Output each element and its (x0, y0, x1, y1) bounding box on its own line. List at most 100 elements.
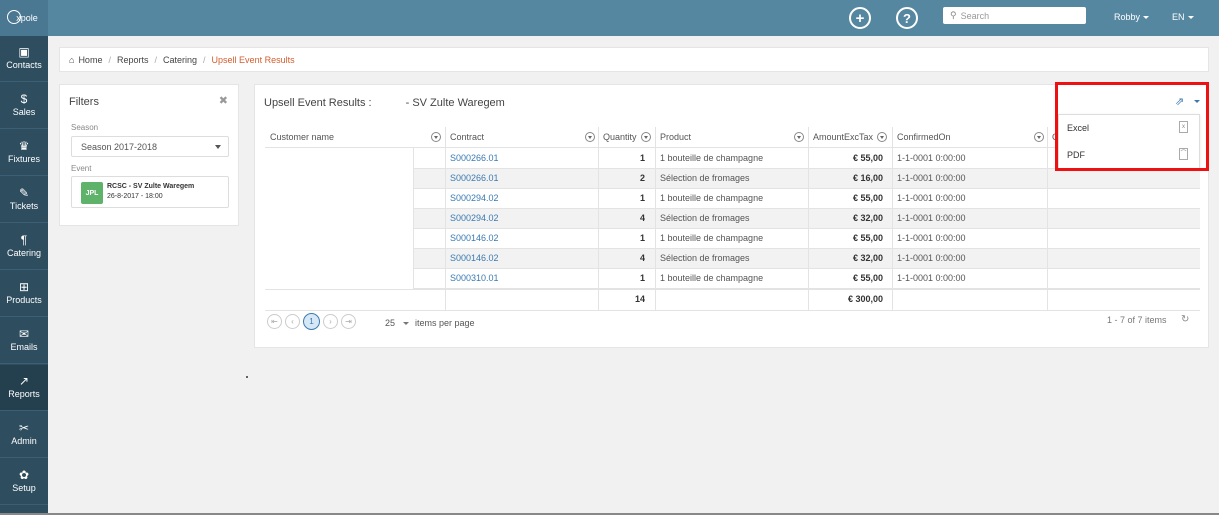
chevron-down-icon (215, 145, 221, 149)
total-quantity: 14 (634, 294, 645, 304)
cell-contract[interactable]: S000146.02 (450, 248, 580, 268)
table-row[interactable]: S000146.02 4 Sélection de fromages € 32,00 1… (265, 248, 1200, 268)
column-filter-icon[interactable] (585, 132, 595, 142)
column-filter-icon[interactable] (1034, 132, 1044, 142)
sidebar-item-contacts[interactable]: ▣ Contacts (0, 36, 48, 82)
column-header[interactable]: Quantity (603, 127, 645, 147)
table-row[interactable]: S000146.02 1 1 bouteille de champagne € 55,… (265, 228, 1200, 248)
total-amount: € 300,00 (847, 294, 883, 304)
cell-confirmed: 1-1-0001 0:00:00 (897, 253, 966, 263)
cell-contract[interactable]: S000266.01 (450, 168, 580, 188)
cell-contract[interactable]: S000294.02 (450, 188, 580, 208)
plus-icon: + (855, 9, 865, 27)
cell-confirmed: 1-1-0001 0:00:00 (897, 153, 966, 163)
sidebar-item-admin[interactable]: ✂ Admin (0, 412, 48, 458)
event-badge: JPL (81, 182, 103, 204)
column-filter-icon[interactable] (877, 132, 887, 142)
app-logo[interactable]: xpole (0, 0, 48, 36)
breadcrumb-reports[interactable]: Reports (117, 55, 149, 65)
table-row[interactable]: S000266.01 2 Sélection de fromages € 16,00 1… (265, 168, 1200, 188)
page-button-current[interactable]: 1 (303, 313, 320, 330)
prev-page-button[interactable]: ‹ (285, 314, 300, 329)
close-icon[interactable]: ✖ (219, 94, 228, 107)
main-content: ⌂ Home / Reports / Catering / Upsell Eve… (48, 36, 1219, 515)
cell-confirmed: 1-1-0001 0:00:00 (897, 273, 966, 283)
search-input[interactable] (960, 10, 1081, 21)
cell-confirmed: 1-1-0001 0:00:00 (897, 173, 966, 183)
sidebar-item-sales[interactable]: $ Sales (0, 83, 48, 129)
cell-amount: € 55,00 (852, 193, 883, 203)
table-row[interactable]: S000294.02 4 Sélection de fromages € 32,00 1… (265, 208, 1200, 228)
cell-confirmed: 1-1-0001 0:00:00 (897, 233, 966, 243)
column-filter-icon[interactable] (431, 132, 441, 142)
grid-line (413, 147, 414, 288)
results-title-text: Upsell Event Results : (264, 97, 372, 109)
first-page-button[interactable]: ⇤ (267, 314, 282, 329)
results-title: Upsell Event Results : - SV Zulte Waregem (264, 97, 505, 109)
column-header[interactable]: ConfirmedOn (897, 127, 1037, 147)
sidebar-item-reports[interactable]: ↗ Reports (0, 365, 48, 411)
breadcrumb-separator: / (108, 54, 111, 65)
season-select[interactable]: Season 2017-2018 (71, 136, 229, 157)
cell-contract[interactable]: S000266.01 (450, 148, 580, 168)
table-row[interactable]: S000294.02 1 1 bouteille de champagne € 55,… (265, 188, 1200, 208)
next-page-button[interactable]: › (323, 314, 338, 329)
sidebar-item-label: Contacts (6, 60, 42, 70)
grid-line (413, 248, 1200, 249)
cell-product: Sélection de fromages (660, 253, 750, 263)
column-header[interactable]: Product (660, 127, 790, 147)
sidebar-item-setup[interactable]: ✿ Setup (0, 459, 48, 505)
sidebar-item-emails[interactable]: ✉ Emails (0, 318, 48, 364)
cell-amount: € 32,00 (852, 213, 883, 223)
cell-product: 1 bouteille de champagne (660, 273, 764, 283)
refresh-icon[interactable]: ↻ (1181, 314, 1189, 325)
breadcrumb-catering[interactable]: Catering (163, 55, 197, 65)
cell-quantity: 2 (639, 173, 645, 183)
column-header[interactable]: Customer name (270, 127, 425, 147)
season-label: Season (71, 123, 99, 132)
cell-confirmed: 1-1-0001 0:00:00 (897, 193, 966, 203)
table-row[interactable]: S000310.01 1 1 bouteille de champagne € 55,… (265, 268, 1200, 288)
chart-icon: ↗ (18, 374, 30, 388)
cell-quantity: 1 (639, 153, 645, 163)
event-date: 26-8-2017 - 18:00 (107, 193, 163, 200)
grid-line (265, 289, 1200, 290)
breadcrumb: ⌂ Home / Reports / Catering / Upsell Eve… (59, 47, 1209, 72)
column-header[interactable]: AmountExcTax (813, 127, 883, 147)
cell-amount: € 55,00 (852, 273, 883, 283)
last-page-button[interactable]: ⇥ (341, 314, 356, 329)
column-filter-icon[interactable] (641, 132, 651, 142)
cell-contract[interactable]: S000310.01 (450, 268, 580, 288)
tools-icon: ✂ (18, 421, 30, 435)
grid-line (892, 127, 893, 310)
breadcrumb-home[interactable]: Home (78, 55, 102, 65)
help-button[interactable]: ? (896, 7, 918, 29)
sidebar-item-fixtures[interactable]: ♛ Fixtures (0, 130, 48, 176)
user-menu[interactable]: Robby (1114, 12, 1150, 22)
sidebar-item-products[interactable]: ⊞ Products (0, 271, 48, 317)
cell-contract[interactable]: S000294.02 (450, 208, 580, 228)
items-info: 1 - 7 of 7 items (1107, 315, 1167, 325)
grid-line (413, 208, 1200, 209)
sidebar-item-tickets[interactable]: ✎ Tickets (0, 177, 48, 223)
filters-panel: Filters ✖ Season Season 2017-2018 Event … (59, 84, 239, 226)
language-menu[interactable]: EN (1172, 12, 1194, 22)
event-card[interactable]: JPL RCSC - SV Zulte Waregem 26-8-2017 - … (71, 176, 229, 208)
contacts-icon: ▣ (18, 45, 30, 59)
column-filter-icon[interactable] (794, 132, 804, 142)
cell-product: Sélection de fromages (660, 213, 750, 223)
grid-line (413, 268, 1200, 269)
column-header[interactable]: Contract (450, 127, 580, 147)
cell-product: 1 bouteille de champagne (660, 233, 764, 243)
sidebar-item-label: Products (6, 295, 42, 305)
search-box: ⚲ (943, 7, 1086, 24)
results-event-name: - SV Zulte Waregem (405, 97, 505, 109)
sidebar-item-label: Admin (11, 436, 37, 446)
add-button[interactable]: + (849, 7, 871, 29)
cell-contract[interactable]: S000146.02 (450, 228, 580, 248)
page-size-select[interactable]: 25 items per page (385, 318, 475, 328)
sidebar-item-catering[interactable]: ¶ Catering (0, 224, 48, 270)
season-value: Season 2017-2018 (81, 141, 158, 152)
cell-product: Sélection de fromages (660, 173, 750, 183)
sidebar-item-label: Emails (10, 342, 38, 352)
